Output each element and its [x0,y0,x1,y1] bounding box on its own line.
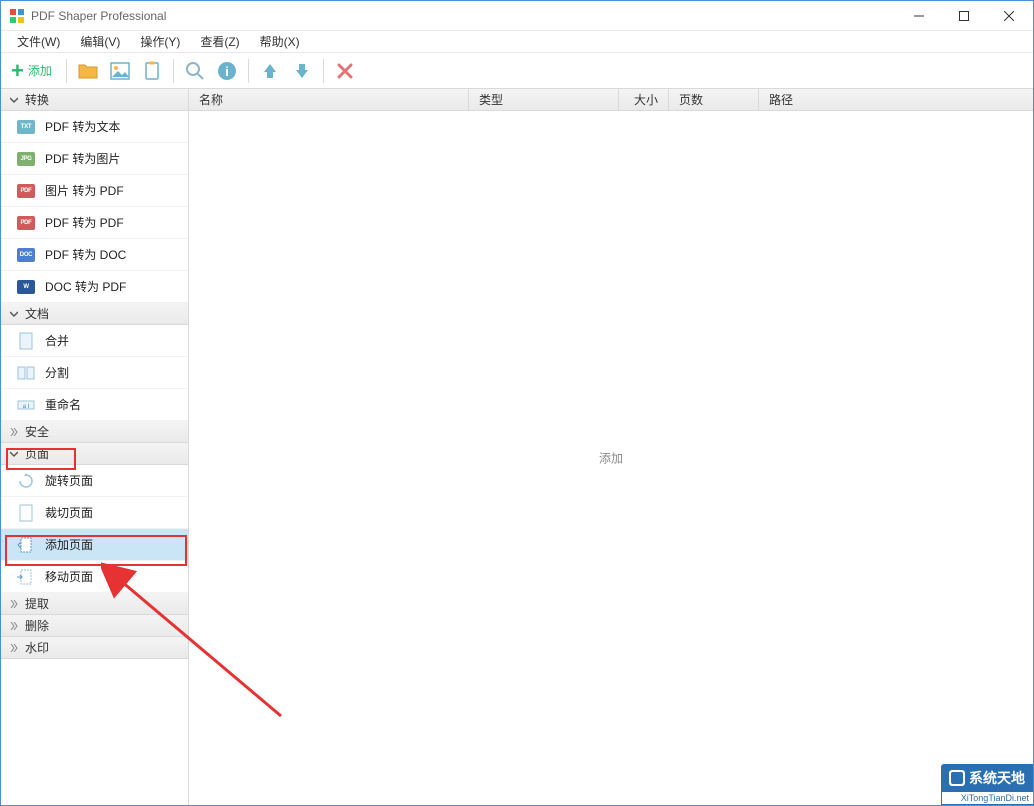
move-icon [17,568,35,586]
chevron-right-icon [9,427,19,437]
separator [248,59,249,83]
col-pages[interactable]: 页数 [669,89,759,110]
sidebar-item-split[interactable]: 分割 [1,357,188,389]
separator [173,59,174,83]
down-button[interactable] [287,56,317,86]
section-convert[interactable]: 转换 [1,89,188,111]
section-delete[interactable]: 删除 [1,615,188,637]
sidebar-item-pdf-to-text[interactable]: TXTPDF 转为文本 [1,111,188,143]
svg-text:a I: a I [23,404,30,410]
crop-icon [17,504,35,522]
separator [66,59,67,83]
split-icon [17,364,35,382]
sidebar-item-rename[interactable]: a I重命名 [1,389,188,421]
chevron-right-icon [9,621,19,631]
sidebar-item-pdf-to-image[interactable]: JPGPDF 转为图片 [1,143,188,175]
watermark-brand: 系统天地 [969,768,1025,788]
jpg-icon: JPG [17,150,35,168]
remove-button[interactable] [330,56,360,86]
sidebar-item-pdf-to-doc[interactable]: DOCPDF 转为 DOC [1,239,188,271]
watermark-url: XiTongTianDi.net [941,792,1033,805]
titlebar: PDF Shaper Professional [1,1,1033,31]
rotate-icon [17,472,35,490]
col-name[interactable]: 名称 [189,89,469,110]
section-document-label: 文档 [25,305,49,322]
section-document[interactable]: 文档 [1,303,188,325]
pdf-icon: PDF [17,214,35,232]
close-button[interactable] [986,2,1031,30]
sidebar-item-image-to-pdf[interactable]: PDF图片 转为 PDF [1,175,188,207]
section-pages-label: 页面 [25,445,49,462]
content-area: 名称 类型 大小 页数 路径 添加 [189,89,1033,805]
clipboard-button[interactable] [137,56,167,86]
menu-view[interactable]: 查看(Z) [190,31,249,52]
doc-icon: DOC [17,246,35,264]
section-extract[interactable]: 提取 [1,593,188,615]
site-watermark: 系统天地 XiTongTianDi.net [941,764,1033,805]
sidebar-item-add-pages[interactable]: 添加页面 [1,529,188,561]
add-button[interactable]: + 添加 [7,56,60,86]
col-path[interactable]: 路径 [759,89,1033,110]
image-button[interactable] [105,56,135,86]
toolbar: + 添加 i [1,53,1033,89]
search-button[interactable] [180,56,210,86]
txt-icon: TXT [17,118,35,136]
rename-icon: a I [17,396,35,414]
svg-text:i: i [225,64,229,79]
section-convert-label: 转换 [25,91,49,108]
col-size[interactable]: 大小 [619,89,669,110]
section-watermark[interactable]: 水印 [1,637,188,659]
sidebar-item-doc-to-pdf[interactable]: WDOC 转为 PDF [1,271,188,303]
plus-icon: + [11,60,24,82]
add-label: 添加 [28,62,52,79]
section-extract-label: 提取 [25,595,49,612]
chevron-down-icon [9,95,19,105]
placeholder-text: 添加 [599,450,623,467]
menu-help[interactable]: 帮助(X) [250,31,310,52]
chevron-down-icon [9,309,19,319]
menu-action[interactable]: 操作(Y) [130,31,190,52]
menu-file[interactable]: 文件(W) [7,31,70,52]
separator [323,59,324,83]
sidebar-item-move-pages[interactable]: 移动页面 [1,561,188,593]
pdf-icon: PDF [17,182,35,200]
maximize-button[interactable] [941,2,986,30]
sidebar-item-merge[interactable]: 合并 [1,325,188,357]
chevron-right-icon [9,643,19,653]
minimize-button[interactable] [896,2,941,30]
col-type[interactable]: 类型 [469,89,619,110]
add-page-icon [17,536,35,554]
chevron-right-icon [9,599,19,609]
sidebar: 转换 TXTPDF 转为文本 JPGPDF 转为图片 PDF图片 转为 PDF … [1,89,189,805]
column-header: 名称 类型 大小 页数 路径 [189,89,1033,111]
file-list[interactable]: 添加 [189,111,1033,805]
info-button[interactable]: i [212,56,242,86]
section-delete-label: 删除 [25,617,49,634]
section-security-label: 安全 [25,423,49,440]
up-button[interactable] [255,56,285,86]
word-icon: W [17,278,35,296]
app-icon [9,8,25,24]
menu-edit[interactable]: 编辑(V) [70,31,130,52]
window-title: PDF Shaper Professional [31,9,896,23]
sidebar-item-rotate-pages[interactable]: 旋转页面 [1,465,188,497]
sidebar-item-pdf-to-pdf[interactable]: PDFPDF 转为 PDF [1,207,188,239]
menubar: 文件(W) 编辑(V) 操作(Y) 查看(Z) 帮助(X) [1,31,1033,53]
section-watermark-label: 水印 [25,639,49,656]
section-pages[interactable]: 页面 [1,443,188,465]
sidebar-item-crop-pages[interactable]: 裁切页面 [1,497,188,529]
folder-button[interactable] [73,56,103,86]
page-icon [17,332,35,350]
section-security[interactable]: 安全 [1,421,188,443]
chevron-down-icon [9,449,19,459]
